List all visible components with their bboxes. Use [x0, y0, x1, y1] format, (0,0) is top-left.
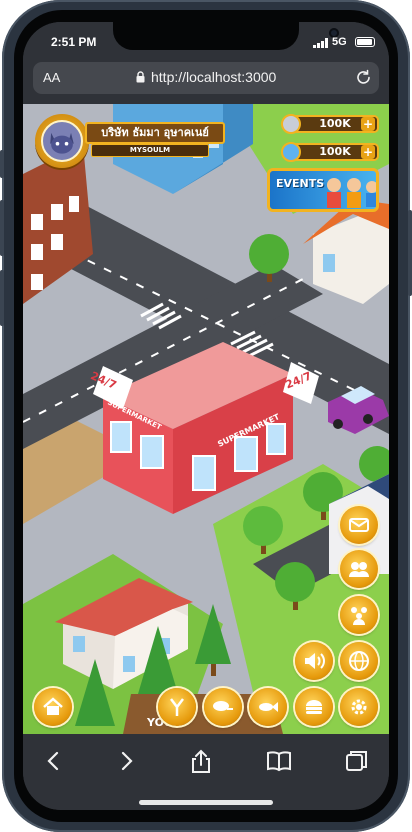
screen: 2:51 PM 5G AA http://localhost:3000 24/7… [23, 22, 389, 810]
player-tag: MYSOULM [91, 144, 209, 157]
tabs-icon[interactable] [341, 748, 371, 774]
gem-icon [281, 142, 301, 162]
cat-avatar-icon [50, 132, 74, 154]
fish-icon [259, 702, 278, 712]
status-bar: 2:51 PM 5G [23, 22, 389, 66]
mail-icon [349, 518, 369, 532]
burger-icon [306, 700, 322, 714]
back-icon[interactable] [39, 748, 69, 774]
meat-icon [213, 701, 233, 711]
people-icon [351, 607, 367, 625]
address-bar[interactable]: AA http://localhost:3000 [33, 62, 379, 94]
notch [113, 22, 339, 50]
mute-switch [0, 150, 4, 178]
chef-icon [170, 698, 184, 716]
forward-icon[interactable] [111, 748, 141, 774]
bookmarks-icon[interactable] [264, 748, 294, 774]
speaker-icon [305, 653, 325, 669]
world-button[interactable] [340, 642, 378, 680]
add-gem-button[interactable]: + [361, 145, 375, 159]
player-profile[interactable]: บริษัท ธัมมา อุษาคเนย์ MYSOULM [35, 114, 225, 178]
text-size-button[interactable]: AA [43, 70, 60, 85]
url-text[interactable]: http://localhost:3000 [151, 69, 276, 85]
settings-button[interactable] [340, 688, 378, 726]
status-time: 2:51 PM [51, 35, 97, 49]
activity-button[interactable] [340, 596, 378, 634]
share-icon[interactable] [186, 748, 216, 774]
player-name: บริษัท ธัมมา อุษาคเนย์ [85, 122, 225, 144]
friends-icon [349, 562, 369, 577]
power-button [408, 210, 412, 296]
browser-toolbar [23, 734, 389, 810]
network-label: 5G [332, 36, 347, 48]
home-icon [43, 697, 63, 715]
sound-button[interactable] [295, 642, 333, 680]
burger-button[interactable] [295, 688, 333, 726]
events-label: EVENTS [276, 177, 325, 190]
home-indicator [139, 800, 273, 805]
home-button[interactable] [34, 688, 72, 726]
battery-icon [355, 37, 375, 47]
globe-icon [349, 651, 369, 671]
friends-button[interactable] [340, 550, 378, 588]
volume-up-button [0, 200, 4, 256]
add-coin-button[interactable]: + [361, 117, 375, 131]
reload-icon[interactable] [355, 69, 372, 86]
signal-icon [313, 38, 328, 48]
lock-icon [136, 71, 145, 83]
gem-counter[interactable]: 100K + [281, 142, 381, 162]
game-canvas[interactable]: 24/7 24/7 SUPERMARKET SUPERMARKET YOUR บ… [23, 104, 389, 734]
events-banner[interactable]: EVENTS [267, 168, 379, 212]
player-avatar[interactable] [35, 114, 89, 168]
silver-coin-counter[interactable]: 100K + [281, 114, 381, 134]
characters-icon [327, 178, 376, 208]
fish-button[interactable] [249, 688, 287, 726]
meat-button[interactable] [204, 688, 242, 726]
volume-down-button [0, 270, 4, 326]
cooking-button[interactable] [158, 688, 196, 726]
mail-button[interactable] [340, 506, 378, 544]
gear-icon [351, 699, 367, 715]
silver-coin-icon [281, 114, 301, 134]
